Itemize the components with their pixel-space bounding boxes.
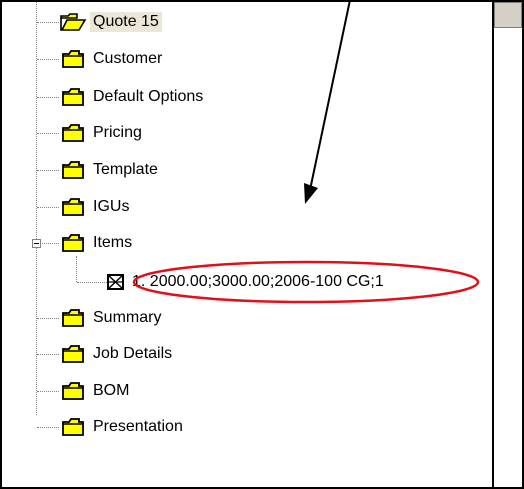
annotation-arrow	[309, 0, 351, 191]
highlight-ellipse	[132, 260, 480, 304]
annotation-overlay	[132, 0, 480, 304]
arrow-head-icon	[304, 183, 318, 204]
